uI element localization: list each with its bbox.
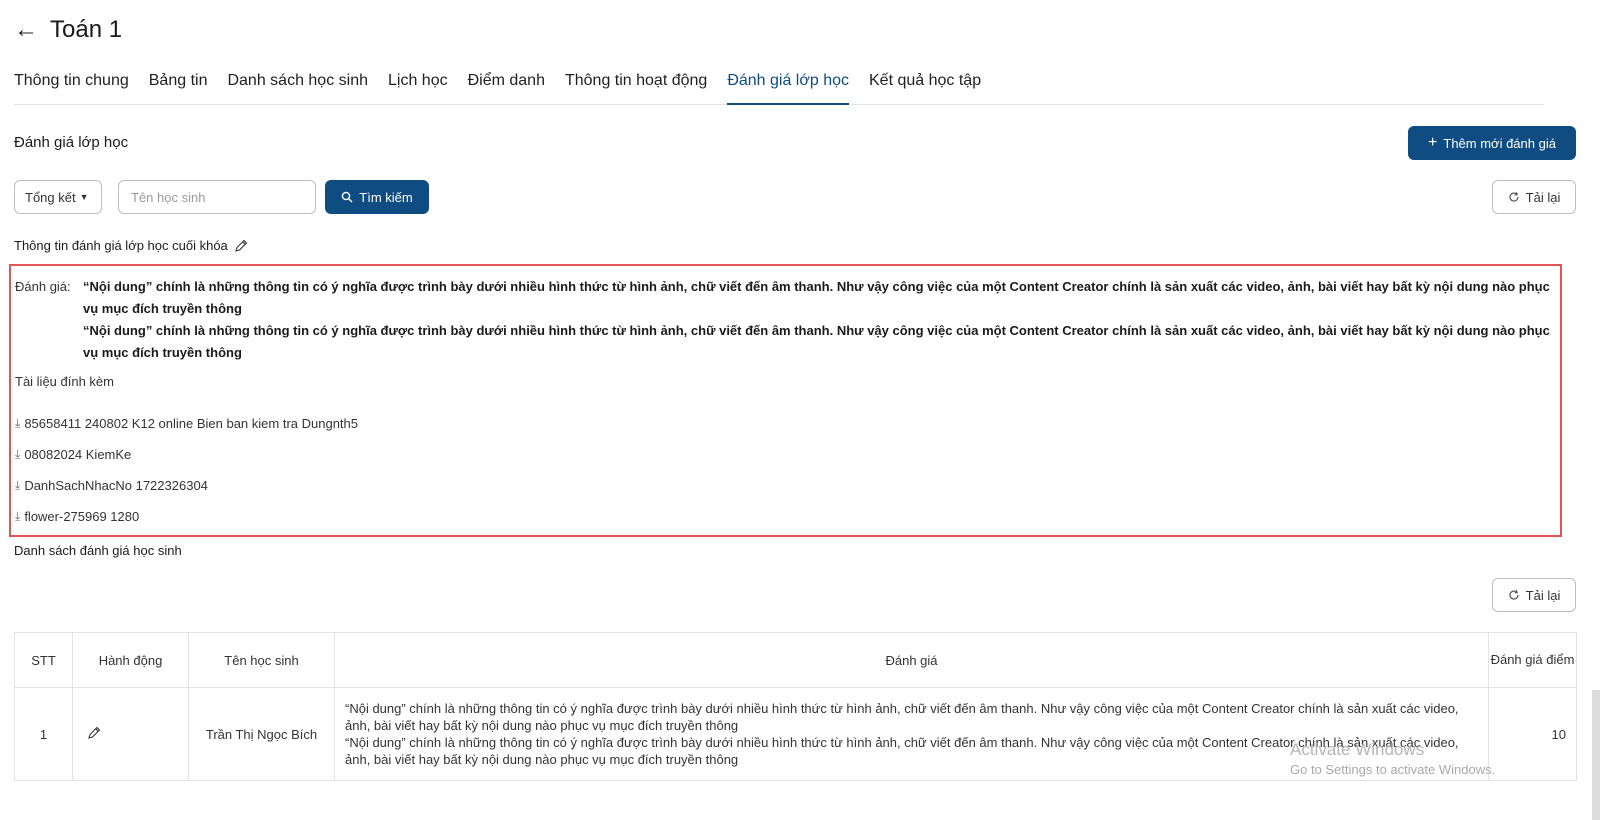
attachment-link[interactable]: ⤓ 08082024 KiemKe xyxy=(15,439,358,470)
cell-action xyxy=(72,687,189,781)
page-header: ← Toán 1 xyxy=(14,16,122,44)
tab-class-evaluation[interactable]: Đánh giá lớp học xyxy=(727,70,849,105)
attachment-name: DanhSachNhacNo 1722326304 xyxy=(24,478,208,493)
download-icon: ⤓ xyxy=(15,416,21,430)
cell-score: 10 xyxy=(1488,687,1577,781)
reload-button-label: Tải lại xyxy=(1525,189,1561,205)
attachment-list: ⤓ 85658411 240802 K12 online Bien ban ki… xyxy=(15,408,358,532)
class-evaluation-panel: Đánh giá: “Nội dung” chính là những thôn… xyxy=(9,264,1562,537)
page-title: Toán 1 xyxy=(50,16,123,43)
column-header-evaluation: Đánh giá xyxy=(334,632,1489,688)
evaluation-row: Đánh giá: “Nội dung” chính là những thôn… xyxy=(15,276,1553,364)
arrow-left-icon[interactable]: ← xyxy=(14,18,38,42)
type-select[interactable]: Tổng kết ▼ xyxy=(14,180,102,214)
column-header-name: Tên học sinh xyxy=(188,632,335,688)
activate-windows-watermark: Activate Windows Go to Settings to activ… xyxy=(1290,740,1495,780)
add-evaluation-label: Thêm mới đánh giá xyxy=(1443,135,1556,151)
attachment-name: 85658411 240802 K12 online Bien ban kiem… xyxy=(24,416,358,431)
pencil-icon[interactable] xyxy=(87,726,101,740)
cell-student-name: Trần Thị Ngọc Bích xyxy=(188,687,335,781)
column-header-stt: STT xyxy=(14,632,73,688)
section-title: Đánh giá lớp học xyxy=(14,134,129,151)
watermark-line-1: Activate Windows xyxy=(1290,740,1425,759)
download-icon: ⤓ xyxy=(15,478,21,492)
attachment-name: flower-275969 1280 xyxy=(24,509,140,524)
summary-heading: Thông tin đánh giá lớp học cuối khóa xyxy=(14,238,248,253)
reload-button[interactable]: Tải lại xyxy=(1492,180,1576,214)
refresh-icon xyxy=(1509,589,1519,600)
column-header-action: Hành động xyxy=(72,632,189,688)
tab-learning-results[interactable]: Kết quả học tập xyxy=(869,70,981,105)
evaluation-label: Đánh giá: xyxy=(15,279,71,294)
reload-button-label: Tải lại xyxy=(1525,587,1561,603)
download-icon: ⤓ xyxy=(15,447,21,461)
tab-activity-info[interactable]: Thông tin hoạt động xyxy=(565,70,707,105)
chevron-down-icon: ▼ xyxy=(79,192,89,202)
cell-stt: 1 xyxy=(14,687,73,781)
search-icon xyxy=(341,191,353,203)
evaluation-text: “Nội dung” chính là những thông tin có ý… xyxy=(83,276,1553,364)
column-header-score: Đánh giá điểm xyxy=(1488,632,1577,688)
attachment-link[interactable]: ⤓ flower-275969 1280 xyxy=(15,501,358,532)
tab-news[interactable]: Bảng tin xyxy=(149,70,208,105)
add-evaluation-button[interactable]: + Thêm mới đánh giá xyxy=(1408,126,1576,160)
search-button-label: Tìm kiếm xyxy=(359,189,413,205)
tab-general-info[interactable]: Thông tin chung xyxy=(14,70,129,105)
tab-attendance[interactable]: Điểm danh xyxy=(468,70,545,105)
attachment-link[interactable]: ⤓ 85658411 240802 K12 online Bien ban ki… xyxy=(15,408,358,439)
student-name-search-input[interactable] xyxy=(118,180,316,214)
student-list-heading: Danh sách đánh giá học sinh xyxy=(14,543,182,558)
type-select-value: Tổng kết xyxy=(25,189,76,205)
plus-icon: + xyxy=(1428,134,1438,151)
pencil-icon[interactable] xyxy=(234,239,248,253)
reload-button[interactable]: Tải lại xyxy=(1492,578,1576,612)
refresh-icon xyxy=(1509,191,1519,202)
summary-heading-text: Thông tin đánh giá lớp học cuối khóa xyxy=(14,238,228,253)
tab-student-list[interactable]: Danh sách học sinh xyxy=(227,70,368,105)
attachment-link[interactable]: ⤓ DanhSachNhacNo 1722326304 xyxy=(15,470,358,501)
download-icon: ⤓ xyxy=(15,509,21,523)
watermark-line-2: Go to Settings to activate Windows. xyxy=(1290,762,1496,777)
search-button[interactable]: Tìm kiếm xyxy=(325,180,429,214)
tab-bar: Thông tin chung Bảng tin Danh sách học s… xyxy=(14,70,1544,105)
attachment-name: 08082024 KiemKe xyxy=(24,447,132,462)
evaluation-paragraph: “Nội dung” chính là những thông tin có ý… xyxy=(83,323,1550,360)
scrollbar[interactable] xyxy=(1592,690,1600,820)
table-header-row: STT Hành động Tên học sinh Đánh giá Đánh… xyxy=(14,632,1577,688)
attachments-label: Tài liệu đính kèm xyxy=(15,374,114,389)
evaluation-paragraph: “Nội dung” chính là những thông tin có ý… xyxy=(83,279,1550,316)
tab-schedule[interactable]: Lịch học xyxy=(388,70,448,105)
